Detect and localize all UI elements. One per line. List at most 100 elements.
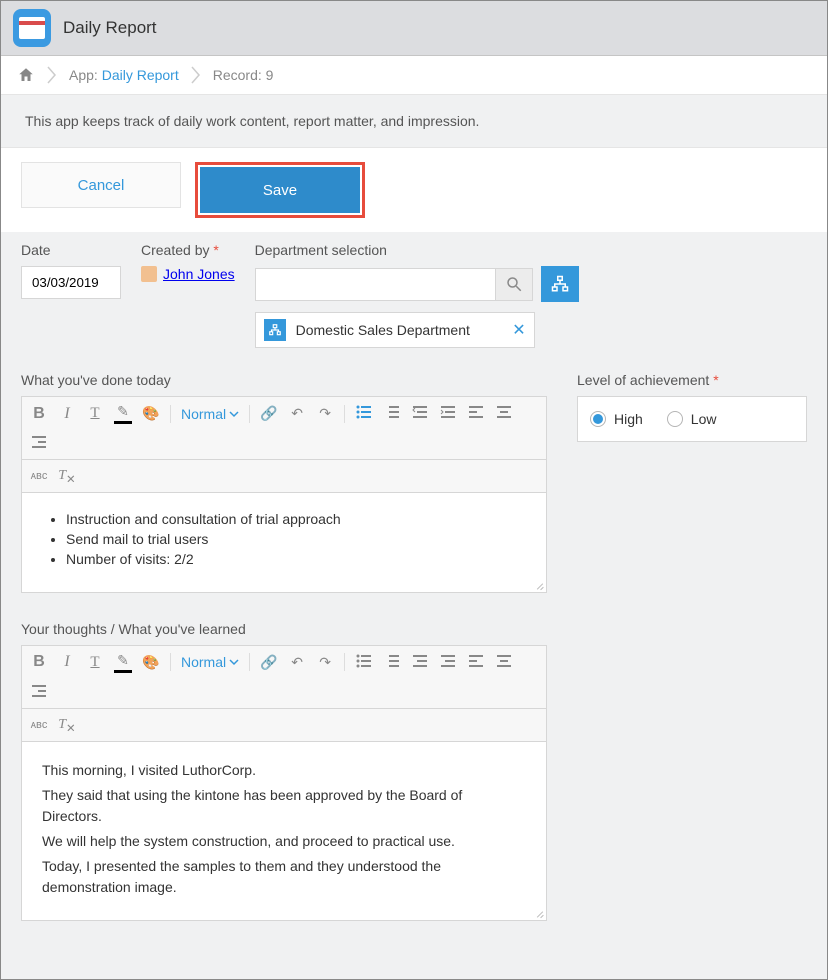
undo-button[interactable]: ↶ <box>288 405 306 422</box>
clear-format-button[interactable]: T✕ <box>58 466 76 486</box>
align-center-button[interactable] <box>495 653 513 672</box>
undo-button[interactable]: ↶ <box>288 654 306 671</box>
cancel-button[interactable]: Cancel <box>21 162 181 208</box>
search-icon <box>505 275 523 293</box>
editor-line: This morning, I visited LuthorCorp. <box>42 760 526 781</box>
bold-button[interactable]: B <box>30 653 48 671</box>
align-left-button[interactable] <box>467 404 485 423</box>
date-label: Date <box>21 242 121 258</box>
department-search-button[interactable] <box>495 268 533 301</box>
char-format-button[interactable]: ᴀʙᴄ <box>30 719 48 731</box>
text-color-button[interactable]: ✎ <box>114 652 132 673</box>
avatar-icon <box>141 266 157 282</box>
breadcrumb-record: Record: 9 <box>213 67 274 83</box>
radio-low[interactable]: Low <box>667 411 717 427</box>
org-chart-icon <box>551 275 569 293</box>
numbered-list-button[interactable] <box>383 404 401 423</box>
char-format-button[interactable]: ᴀʙᴄ <box>30 470 48 482</box>
italic-button[interactable]: I <box>58 405 76 423</box>
bullet-list-button[interactable] <box>355 653 373 672</box>
done-today-editor[interactable]: Instruction and consultation of trial ap… <box>21 493 547 593</box>
field-department: Department selection <box>255 242 579 348</box>
org-badge-icon <box>264 319 286 341</box>
date-input[interactable] <box>21 266 121 299</box>
app-title: Daily Report <box>63 18 157 38</box>
link-button[interactable]: 🔗 <box>260 405 278 422</box>
underline-button[interactable]: T <box>86 405 104 422</box>
editor-line: We will help the system construction, an… <box>42 831 526 852</box>
radio-high-label: High <box>614 411 643 427</box>
app-description: This app keeps track of daily work conte… <box>1 95 827 148</box>
bold-button[interactable]: B <box>30 405 48 423</box>
radio-low-label: Low <box>691 411 717 427</box>
clear-format-button[interactable]: T✕ <box>58 715 76 735</box>
field-date: Date <box>21 242 121 299</box>
save-button[interactable]: Save <box>200 167 360 213</box>
list-item: Instruction and consultation of trial ap… <box>66 511 526 527</box>
required-mark: * <box>213 242 218 258</box>
redo-button[interactable]: ↷ <box>316 405 334 422</box>
department-selected-chip: Domestic Sales Department ✕ <box>255 312 535 348</box>
list-item: Number of visits: 2/2 <box>66 551 526 567</box>
breadcrumb-app-prefix: App: <box>69 67 98 83</box>
radio-dot-icon <box>667 411 683 427</box>
editor-toolbar-row2: ᴀʙᴄ T✕ <box>21 709 547 742</box>
home-icon[interactable] <box>17 66 35 84</box>
creator-label: Created by <box>141 242 209 258</box>
outdent-button[interactable] <box>411 404 429 423</box>
editor-line: Today, I presented the samples to them a… <box>42 856 526 898</box>
actions-bar: Cancel Save <box>1 148 827 232</box>
style-dropdown[interactable]: Normal <box>181 406 239 422</box>
outdent-button[interactable] <box>411 653 429 672</box>
remove-department-button[interactable]: ✕ <box>512 320 525 340</box>
save-highlight: Save <box>195 162 365 218</box>
chevron-right-icon <box>47 66 57 84</box>
department-label: Department selection <box>255 242 579 258</box>
palette-button[interactable]: 🎨 <box>142 405 160 422</box>
field-achievement: Level of achievement * High Low <box>577 372 807 949</box>
thoughts-label: Your thoughts / What you've learned <box>21 621 547 637</box>
align-right-button[interactable] <box>30 683 48 702</box>
redo-button[interactable]: ↷ <box>316 654 334 671</box>
palette-button[interactable]: 🎨 <box>142 654 160 671</box>
form-area: Date Created by * John Jones Department … <box>1 232 827 979</box>
editor-toolbar: B I T ✎ 🎨 Normal 🔗 ↶ ↷ <box>21 645 547 709</box>
resize-handle[interactable] <box>534 908 544 918</box>
radio-dot-icon <box>590 411 606 427</box>
chevron-right-icon <box>191 66 201 84</box>
bullet-list-button[interactable] <box>355 404 373 423</box>
numbered-list-button[interactable] <box>383 653 401 672</box>
field-thoughts: Your thoughts / What you've learned B I … <box>21 621 547 921</box>
department-selected-name: Domestic Sales Department <box>296 322 470 338</box>
style-dropdown[interactable]: Normal <box>181 654 239 670</box>
italic-button[interactable]: I <box>58 653 76 671</box>
app-header: Daily Report <box>1 1 827 56</box>
breadcrumb-app-link[interactable]: Daily Report <box>102 67 179 83</box>
department-search-input[interactable] <box>255 268 495 301</box>
required-mark: * <box>713 372 718 388</box>
field-done-today: What you've done today B I T ✎ 🎨 Normal … <box>21 372 547 593</box>
link-button[interactable]: 🔗 <box>260 654 278 671</box>
indent-button[interactable] <box>439 404 457 423</box>
thoughts-editor[interactable]: This morning, I visited LuthorCorp. They… <box>21 742 547 921</box>
radio-high[interactable]: High <box>590 411 643 427</box>
align-center-button[interactable] <box>495 404 513 423</box>
field-creator: Created by * John Jones <box>141 242 235 282</box>
org-chart-button[interactable] <box>541 266 579 302</box>
underline-button[interactable]: T <box>86 654 104 671</box>
resize-handle[interactable] <box>534 580 544 590</box>
editor-toolbar-row2: ᴀʙᴄ T✕ <box>21 460 547 493</box>
achievement-label: Level of achievement <box>577 372 709 388</box>
text-color-button[interactable]: ✎ <box>114 403 132 424</box>
editor-line: They said that using the kintone has bee… <box>42 785 526 827</box>
chevron-down-icon <box>229 409 239 419</box>
creator-link[interactable]: John Jones <box>163 266 235 282</box>
chevron-down-icon <box>229 657 239 667</box>
align-right-button[interactable] <box>30 434 48 453</box>
editor-toolbar: B I T ✎ 🎨 Normal 🔗 ↶ ↷ <box>21 396 547 460</box>
indent-button[interactable] <box>439 653 457 672</box>
list-item: Send mail to trial users <box>66 531 526 547</box>
done-today-label: What you've done today <box>21 372 547 388</box>
app-calendar-icon <box>13 9 51 47</box>
align-left-button[interactable] <box>467 653 485 672</box>
